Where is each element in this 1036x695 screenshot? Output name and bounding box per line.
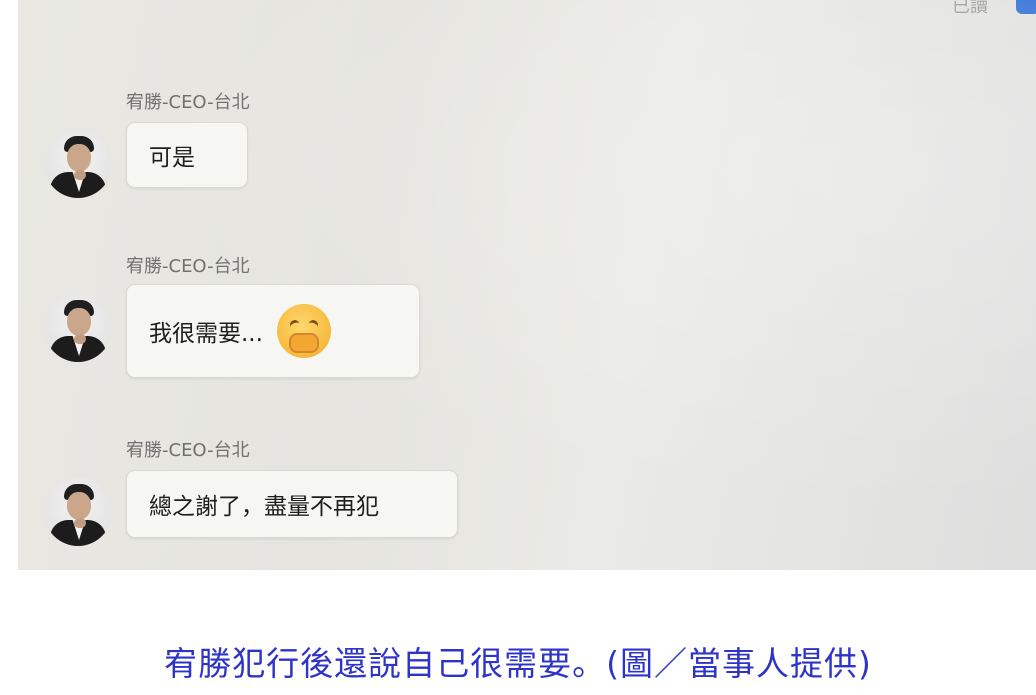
message-bubble[interactable]: 可是 [126, 122, 248, 188]
avatar[interactable] [44, 294, 112, 362]
message-text: 我很需要... [149, 321, 263, 347]
sender-name: 宥勝-CEO-台北 [126, 440, 250, 461]
avatar[interactable] [44, 130, 112, 198]
message-text: 總之謝了，盡量不再犯 [149, 494, 379, 520]
read-status-label: 已讀 [952, 0, 988, 17]
message-text: 可是 [149, 145, 195, 171]
sender-name: 宥勝-CEO-台北 [126, 256, 250, 277]
covering-mouth-face-emoji-icon [276, 304, 331, 358]
sender-name: 宥勝-CEO-台北 [126, 92, 250, 113]
avatar[interactable] [44, 478, 112, 546]
corner-badge [1016, 0, 1036, 14]
chat-screenshot-photo: 已讀 宥勝-CEO-台北 可是 宥勝-CEO-台北 我很需要... 宥勝-CEO… [18, 0, 1036, 570]
message-bubble[interactable]: 總之謝了，盡量不再犯 [126, 470, 458, 538]
message-bubble[interactable]: 我很需要... [126, 284, 420, 378]
photo-caption: 宥勝犯行後還說自己很需要。(圖／當事人提供) [164, 644, 872, 683]
